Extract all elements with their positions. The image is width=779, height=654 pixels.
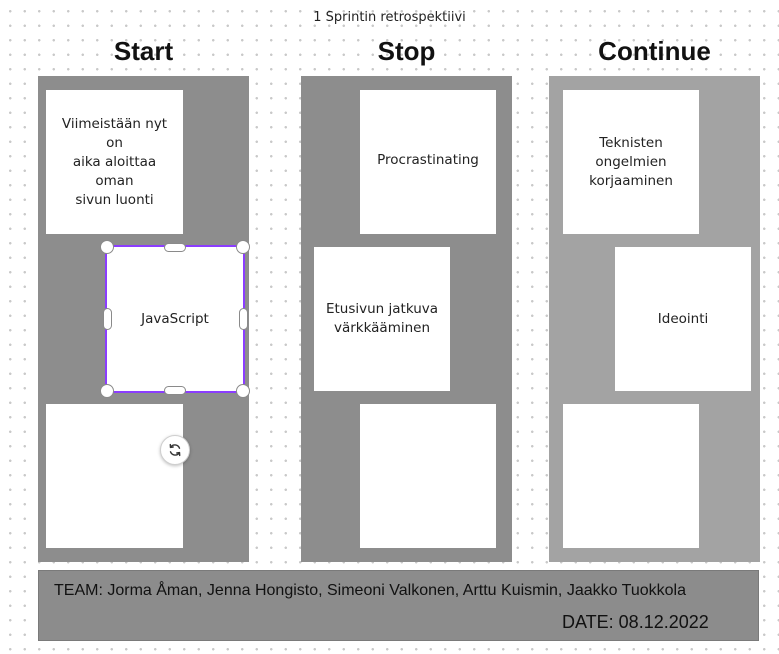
sticky-note[interactable]: Viimeistään nyt on aika aloittaa oman si… — [46, 90, 183, 234]
note-text: Teknisten ongelmien korjaaminen — [589, 134, 673, 191]
note-text-line: JavaScript — [141, 310, 209, 327]
resize-handle-bottom-right[interactable] — [236, 384, 250, 398]
column-heading-continue[interactable]: Continue — [549, 36, 760, 67]
note-text-line: Viimeistään nyt on — [61, 115, 168, 151]
note-text-line: Teknisten — [599, 134, 663, 151]
resize-handle-top[interactable] — [164, 243, 186, 252]
rotate-icon — [169, 443, 181, 457]
resize-handle-bottom-left[interactable] — [100, 384, 114, 398]
note-text-line: Procrastinating — [377, 152, 479, 168]
note-text: Viimeistään nyt on aika aloittaa oman si… — [54, 115, 175, 210]
resize-handle-left[interactable] — [103, 308, 112, 330]
sticky-note-empty[interactable] — [46, 404, 183, 548]
sticky-note[interactable]: Ideointi — [615, 247, 751, 391]
note-text-line: Ideointi — [657, 310, 709, 327]
team-text[interactable]: TEAM: Jorma Åman, Jenna Hongisto, Simeon… — [54, 582, 686, 600]
note-text-line: värkkääminen — [333, 320, 431, 336]
note-text: Etusivun jatkuva värkkääminen — [326, 300, 438, 338]
sticky-note[interactable]: Teknisten ongelmien korjaaminen — [563, 90, 699, 234]
resize-handle-top-right[interactable] — [236, 240, 250, 254]
rotate-button[interactable] — [160, 435, 190, 465]
sticky-note[interactable]: Procrastinating — [360, 90, 496, 234]
note-text-line: aika aloittaa oman — [72, 153, 157, 189]
note-text: Ideointi — [658, 310, 708, 329]
sticky-note[interactable]: Etusivun jatkuva värkkääminen — [314, 247, 450, 391]
note-text: JavaScript — [141, 310, 209, 329]
sticky-note-empty[interactable] — [360, 404, 496, 548]
sticky-note-empty[interactable] — [563, 404, 699, 548]
note-text-line: Etusivun jatkuva — [325, 301, 439, 317]
sticky-note-selected[interactable]: JavaScript — [105, 245, 245, 393]
note-text-line: sivun luonti — [75, 191, 154, 208]
note-text-line: korjaaminen — [589, 172, 673, 189]
note-text: Procrastinating — [377, 151, 479, 170]
board-title: 1 Sprintin retrospektiivi — [313, 10, 466, 25]
column-heading-start[interactable]: Start — [38, 36, 249, 67]
date-text[interactable]: DATE: 08.12.2022 — [562, 612, 709, 633]
column-heading-stop[interactable]: Stop — [301, 36, 512, 67]
note-text-line: ongelmien — [595, 153, 667, 170]
resize-handle-bottom[interactable] — [164, 386, 186, 395]
resize-handle-top-left[interactable] — [100, 240, 114, 254]
resize-handle-right[interactable] — [239, 308, 248, 330]
